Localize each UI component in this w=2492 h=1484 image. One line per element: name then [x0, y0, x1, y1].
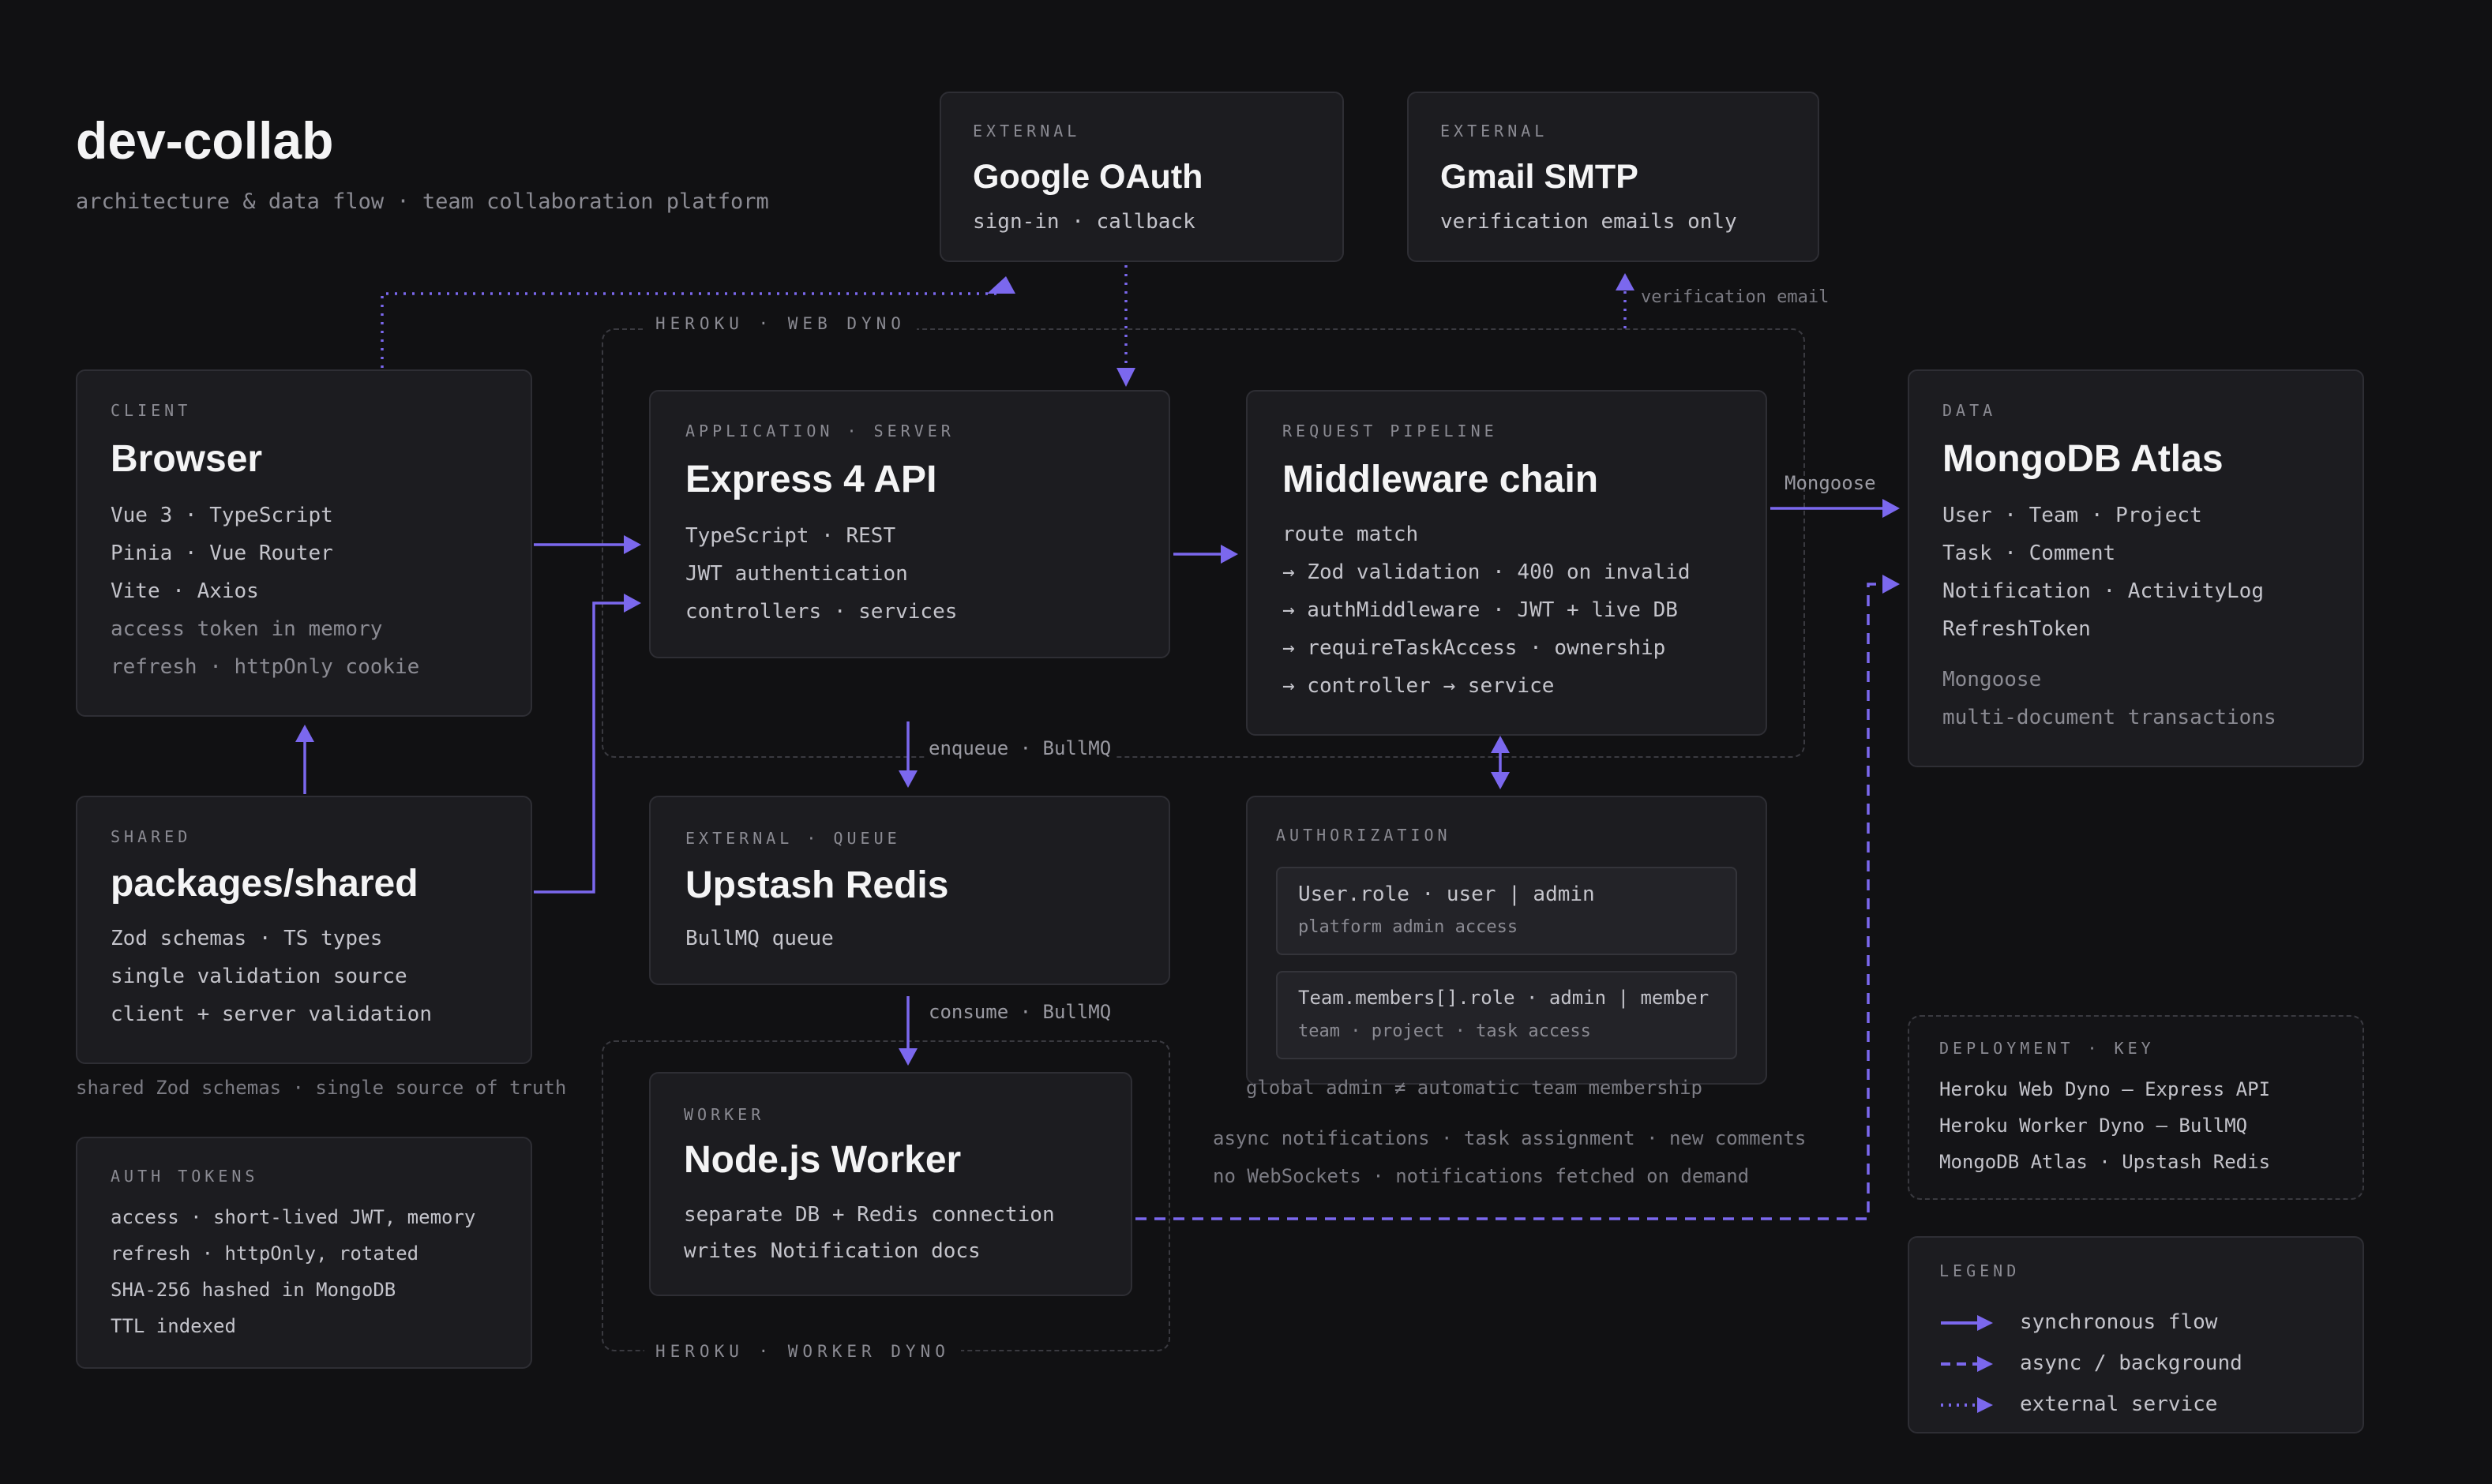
arrowhead: [1491, 772, 1510, 789]
arrowhead: [624, 594, 641, 613]
arrowhead: [1491, 736, 1510, 753]
arrowhead: [1882, 499, 1900, 518]
arrowhead: [899, 770, 918, 788]
arrowhead: [1616, 273, 1634, 290]
edge-browser-oauth: [381, 292, 998, 368]
arrowhead: [1221, 545, 1238, 564]
arrowhead: [624, 535, 641, 554]
arrowhead: [295, 725, 314, 742]
edge-worker-mongodb: [1135, 583, 1884, 1220]
arrowhead: [987, 276, 1015, 294]
edge-shared-express: [534, 601, 625, 894]
arrowhead: [1882, 575, 1900, 594]
arrowhead: [1117, 368, 1135, 387]
arrowhead: [899, 1048, 918, 1066]
connectors: [295, 265, 1900, 1220]
